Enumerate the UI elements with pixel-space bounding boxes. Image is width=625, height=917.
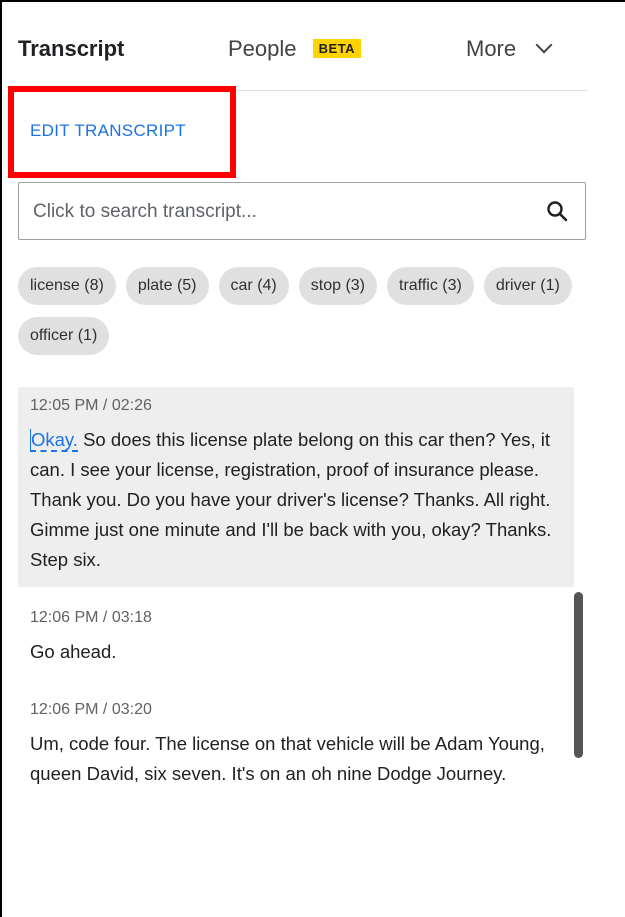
tab-people[interactable]: People BETA	[228, 36, 362, 62]
current-word[interactable]: Okay.	[30, 429, 78, 452]
chevron-down-icon	[535, 36, 553, 54]
tab-more[interactable]: More	[466, 36, 553, 62]
entry-timestamp[interactable]: 12:05 PM / 02:26	[30, 397, 562, 415]
highlight-annotation-box	[8, 86, 236, 178]
keyword-chip[interactable]: plate (5)	[125, 267, 209, 305]
beta-badge: BETA	[312, 39, 362, 58]
tab-transcript-label: Transcript	[18, 36, 125, 61]
scrollbar-thumb[interactable]	[574, 592, 583, 758]
keyword-chips: license (8) plate (5) car (4) stop (3) t…	[18, 267, 578, 355]
transcript-panel: Transcript People BETA More EDIT TRANSCR…	[8, 2, 588, 917]
transcript-entry[interactable]: 12:06 PM / 03:18 Go ahead.	[18, 599, 574, 679]
transcript-entry[interactable]: 12:05 PM / 02:26 Okay. So does this lice…	[18, 387, 574, 587]
search-icon[interactable]	[545, 199, 569, 223]
keyword-chip[interactable]: license (8)	[18, 267, 116, 305]
transcript-panel-frame: Transcript People BETA More EDIT TRANSCR…	[0, 0, 625, 917]
search-input[interactable]	[31, 197, 535, 227]
entry-text: Go ahead.	[30, 641, 117, 662]
tab-transcript[interactable]: Transcript	[18, 36, 124, 62]
entry-timestamp[interactable]: 12:06 PM / 03:20	[30, 701, 562, 719]
keyword-chip[interactable]: car (4)	[218, 267, 289, 305]
keyword-chip[interactable]: officer (1)	[18, 317, 110, 355]
keyword-chip[interactable]: stop (3)	[298, 267, 377, 305]
tab-people-label: People	[228, 36, 297, 61]
transcript-list: 12:05 PM / 02:26 Okay. So does this lice…	[18, 387, 574, 801]
tab-more-label: More	[466, 36, 517, 61]
entry-timestamp[interactable]: 12:06 PM / 03:18	[30, 609, 562, 627]
entry-text: Okay. So does this license plate belong …	[30, 425, 562, 575]
tab-bar: Transcript People BETA More	[18, 2, 588, 91]
entry-text-rest: So does this license plate belong on thi…	[30, 429, 552, 570]
search-box	[18, 182, 586, 240]
keyword-chip[interactable]: driver (1)	[483, 267, 572, 305]
transcript-entry[interactable]: 12:06 PM / 03:20 Um, code four. The lice…	[18, 691, 574, 801]
keyword-chip[interactable]: traffic (3)	[387, 267, 474, 305]
entry-text: Um, code four. The license on that vehic…	[30, 733, 545, 784]
